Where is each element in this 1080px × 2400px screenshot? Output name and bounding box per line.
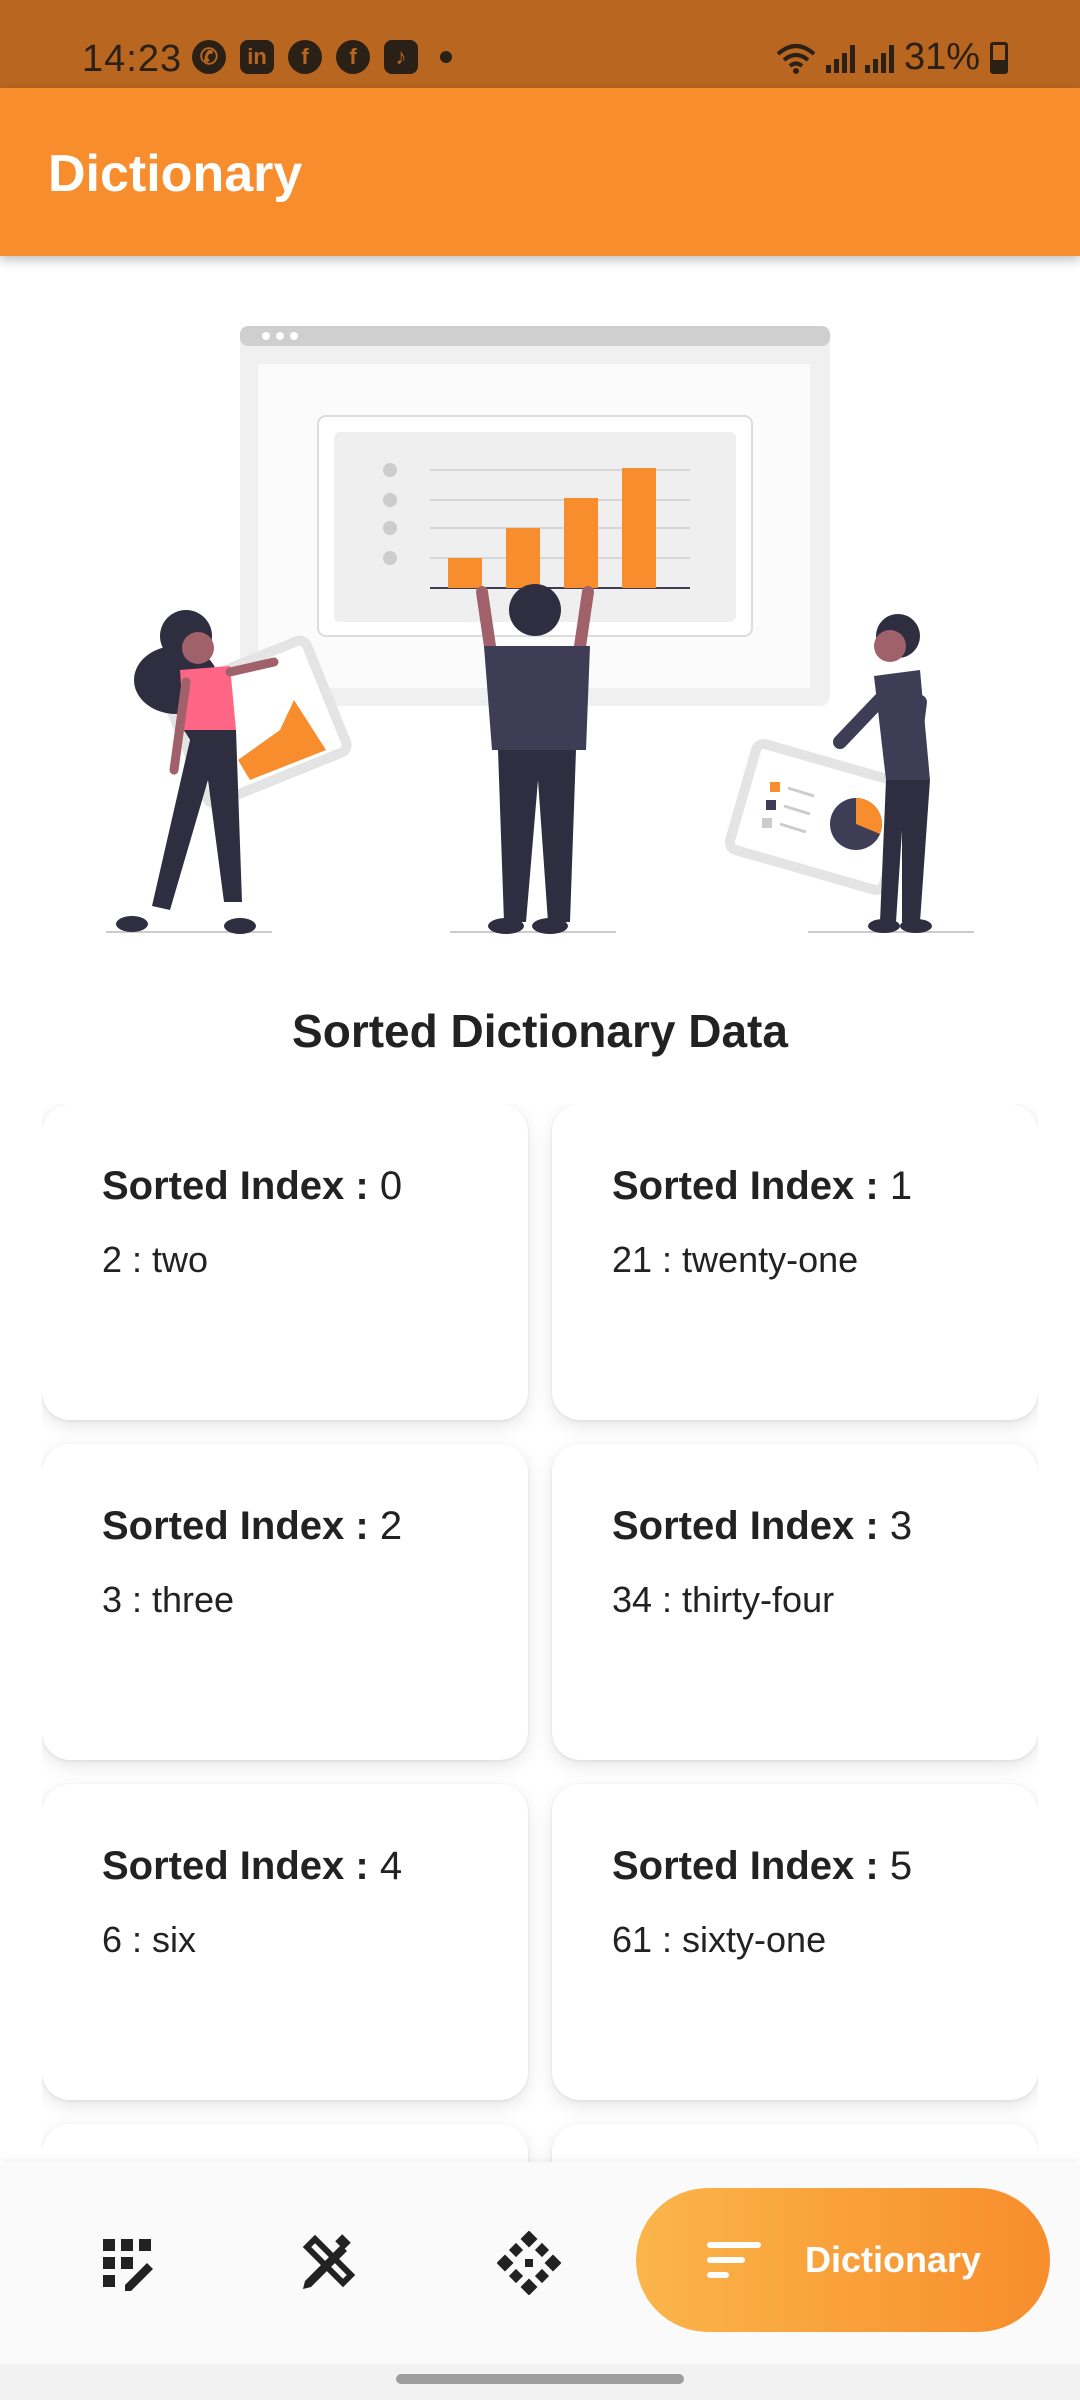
battery-percent: 31% [903,36,980,78]
card-value: 3 : three [102,1579,235,1620]
system-status: 31% [776,36,1008,79]
more-notifications-dot [440,51,452,63]
linkedin-icon: in [240,40,274,74]
card-value: 21 : twenty-one [612,1239,859,1280]
nav-item-grid-edit[interactable] [92,2228,162,2298]
dictionary-card-partial[interactable] [552,2124,1038,2164]
dictionary-card[interactable]: Sorted Index : 5 61 : sixty-one [552,1784,1038,2100]
facebook-icon: f [288,40,322,74]
card-value: 2 : two [102,1239,209,1280]
card-index: Sorted Index : 5 [612,1844,913,1888]
dictionary-card-partial[interactable] [42,2124,528,2164]
dictionary-card[interactable]: Sorted Index : 1 21 : twenty-one [552,1104,1038,1420]
battery-icon [990,41,1008,74]
grid-edit-icon [103,2239,153,2291]
card-value: 6 : six [102,1919,197,1960]
card-index: Sorted Index : 4 [102,1844,403,1888]
design-tools-icon [302,2234,356,2289]
nav-item-design-tools[interactable] [292,2228,362,2298]
data-analysis-illustration [106,326,974,934]
dictionary-card[interactable]: Sorted Index : 4 6 : six [42,1784,528,2100]
tiktok-icon: ♪ [384,40,418,74]
card-index: Sorted Index : 3 [612,1504,913,1548]
card-index: Sorted Index : 1 [612,1164,913,1208]
card-value: 34 : thirty-four [612,1579,835,1620]
app-title: Dictionary [48,145,303,203]
dictionary-card[interactable]: Sorted Index : 3 34 : thirty-four [552,1444,1038,1760]
bottom-navigation: Dictionary [0,2162,1080,2364]
section-title: Sorted Dictionary Data [292,1005,788,1057]
dictionary-card[interactable]: Sorted Index : 2 3 : three [42,1444,528,1760]
app-bar: Dictionary [0,88,1080,256]
home-indicator[interactable] [396,2374,684,2384]
nav-item-dictionary[interactable]: Dictionary [636,2188,1050,2332]
whatsapp-icon: ✆ [192,40,226,74]
nav-active-label: Dictionary [804,2239,982,2280]
notification-icons: ✆ in f f ♪ [192,40,452,74]
signal-icon-2 [864,43,894,73]
diamond-dots-icon [497,2231,561,2295]
facebook-icon: f [336,40,370,74]
status-time: 14:23 [82,38,183,80]
sort-icon [706,2242,761,2278]
dictionary-grid: Sorted Index : 0 2 : two Sorted Index : … [42,1104,1038,2164]
card-index: Sorted Index : 0 [102,1164,403,1208]
status-bar: 14:23 ✆ in f f ♪ 31% [0,0,1080,88]
nav-item-components[interactable] [494,2228,564,2298]
wifi-icon [776,43,816,74]
dictionary-card[interactable]: Sorted Index : 0 2 : two [42,1104,528,1420]
card-value: 61 : sixty-one [612,1919,827,1960]
signal-icon [825,43,855,73]
card-index: Sorted Index : 2 [102,1504,403,1548]
